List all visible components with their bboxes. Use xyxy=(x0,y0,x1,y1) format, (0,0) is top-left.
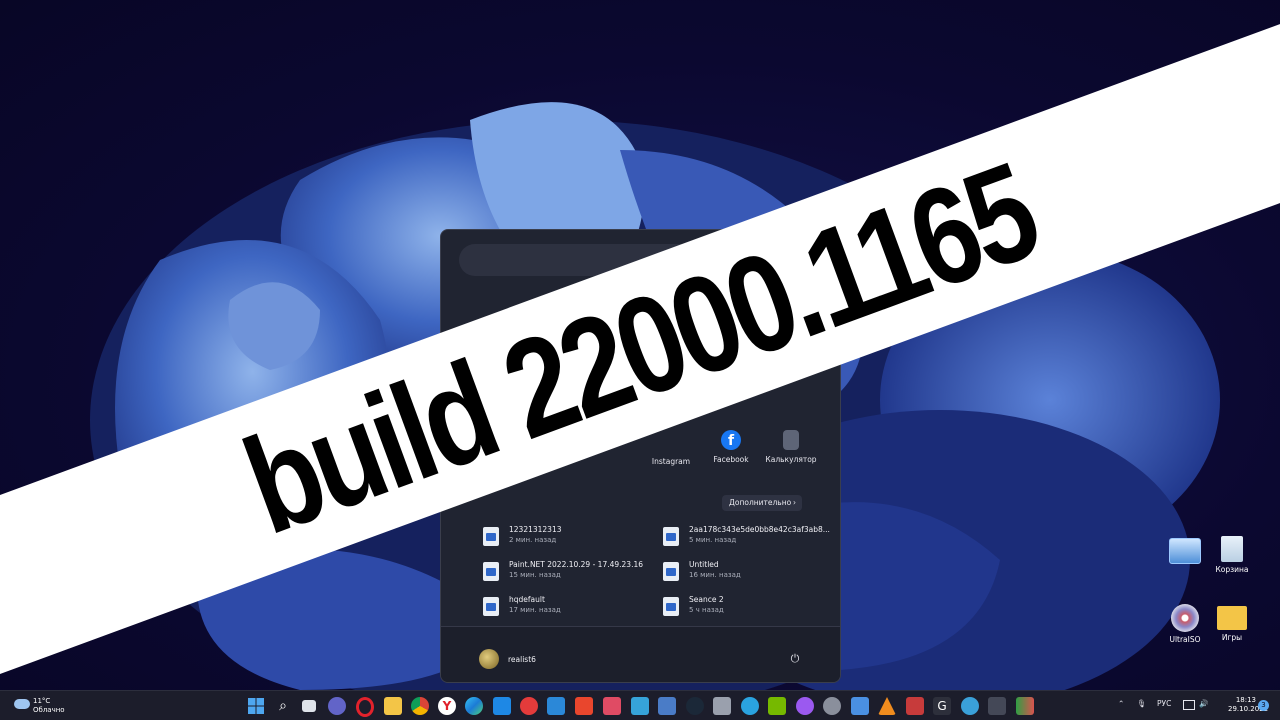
logitech-icon[interactable]: G xyxy=(933,697,951,715)
calculator-icon xyxy=(783,430,799,450)
chevron-right-icon: › xyxy=(793,498,796,507)
recommended-item-time: 15 мин. назад xyxy=(509,571,561,579)
recommended-item-name: 2aa178c343e5de0bb8e42c3af3ab8... xyxy=(689,525,830,534)
desktop-icon-label: Игры xyxy=(1221,633,1243,642)
desktop-icon-label: UltraISO xyxy=(1169,635,1201,644)
desktop-icon-games-folder[interactable]: Игры xyxy=(1205,604,1259,642)
facebook-icon: f xyxy=(721,430,741,450)
recommended-item-time: 5 мин. назад xyxy=(689,536,737,544)
recommended-item-time: 2 мин. назад xyxy=(509,536,557,544)
user-name[interactable]: realist6 xyxy=(508,655,536,664)
settings-gear-icon[interactable] xyxy=(823,697,841,715)
search-icon[interactable]: ⌕ xyxy=(274,697,292,715)
instagram-icon xyxy=(660,430,682,452)
folder-icon xyxy=(1217,606,1247,630)
recommended-item-name: Seance 2 xyxy=(689,595,724,604)
photos-icon[interactable] xyxy=(493,697,511,715)
nvidia-icon[interactable] xyxy=(768,697,786,715)
monitor-icon[interactable] xyxy=(1183,700,1195,710)
app-icon[interactable] xyxy=(658,697,676,715)
clock-date: 29.10.2022 xyxy=(1228,705,1269,713)
remote-desktop-icon[interactable] xyxy=(631,697,649,715)
vlc-icon[interactable] xyxy=(878,697,896,715)
paint-file-icon xyxy=(663,597,679,616)
recommended-item[interactable]: Paint.NET 2022.10.29 - 17.49.23.16 15 ми… xyxy=(483,560,653,590)
telegram-icon[interactable] xyxy=(741,697,759,715)
recommended-item-time: 17 мин. назад xyxy=(509,606,561,614)
recommended-item[interactable]: Seance 2 5 ч назад xyxy=(663,595,833,625)
recommended-item[interactable]: 2aa178c343e5de0bb8e42c3af3ab8... 5 мин. … xyxy=(663,525,833,555)
recommended-item-name: Paint.NET 2022.10.29 - 17.49.23.16 xyxy=(509,560,644,569)
language-indicator[interactable]: РУС xyxy=(1157,699,1171,708)
weather-widget[interactable]: 11°C Облачно xyxy=(33,697,65,715)
recommended-item-time: 16 мин. назад xyxy=(689,571,741,579)
app-icon[interactable] xyxy=(988,697,1006,715)
control-panel-icon xyxy=(1169,538,1201,564)
opera-icon[interactable] xyxy=(356,697,374,717)
pinned-app-label: Калькулятор xyxy=(765,455,817,464)
ea-icon[interactable] xyxy=(520,697,538,715)
ultraiso-icon xyxy=(1171,604,1199,632)
recommended-item-time: 5 ч назад xyxy=(689,606,724,614)
app-icon[interactable] xyxy=(1016,697,1034,715)
start-footer: realist6 ⏻ xyxy=(441,626,840,682)
alice-icon[interactable] xyxy=(796,697,814,715)
recycle-bin-icon xyxy=(1221,536,1243,562)
store-icon[interactable] xyxy=(547,697,565,715)
network-app-icon[interactable] xyxy=(961,697,979,715)
image-file-icon xyxy=(663,562,679,581)
pinned-app-calculator[interactable]: Калькулятор xyxy=(755,430,827,464)
file-explorer-icon[interactable] xyxy=(384,697,402,715)
chrome-icon[interactable] xyxy=(411,697,429,715)
cloud-icon xyxy=(14,699,30,709)
chevron-up-icon[interactable]: ⌃ xyxy=(1118,699,1124,708)
windows-start-icon[interactable] xyxy=(247,697,265,715)
more-label: Дополнительно xyxy=(729,498,792,507)
task-view-icon[interactable] xyxy=(302,700,316,712)
image-file-icon xyxy=(663,527,679,546)
camera-icon[interactable] xyxy=(713,697,731,715)
recommended-item[interactable]: 12321312313 2 мин. назад xyxy=(483,525,653,555)
yandex-browser-icon[interactable]: Y xyxy=(438,697,456,715)
microphone-icon[interactable]: 🎙 xyxy=(1137,699,1147,708)
notepad-icon[interactable] xyxy=(851,697,869,715)
clock[interactable]: 18:13 29.10.2022 xyxy=(1228,696,1269,714)
desktop-icon-control-panel[interactable] xyxy=(1158,538,1212,567)
power-icon[interactable]: ⏻ xyxy=(789,653,801,665)
steam-icon[interactable] xyxy=(686,697,704,715)
pinned-app-label: Instagram xyxy=(651,457,691,466)
desktop-icon-recycle-bin[interactable]: Корзина xyxy=(1205,536,1259,574)
recommended-item-name: hqdefault xyxy=(509,595,545,604)
pinned-app-label: Facebook xyxy=(713,455,749,464)
weather-desc: Облачно xyxy=(33,706,65,714)
edge-icon[interactable] xyxy=(465,697,483,715)
chat-icon[interactable] xyxy=(328,697,346,715)
notification-badge[interactable]: 3 xyxy=(1258,700,1269,711)
paint-file-icon xyxy=(483,562,499,581)
weather-temp: 11°C xyxy=(33,697,51,705)
office-icon[interactable] xyxy=(575,697,593,715)
recommended-item-name: Untitled xyxy=(689,560,719,569)
taskbar: 11°C Облачно ⌕ Y G ⌃ 🎙 РУС 🔊 18:13 29.10… xyxy=(0,690,1280,720)
clock-time: 18:13 xyxy=(1235,696,1256,704)
image-file-icon xyxy=(483,527,499,546)
desktop-icon-ultraiso[interactable]: UltraISO xyxy=(1158,604,1212,644)
image-file-icon xyxy=(483,597,499,616)
desktop-icon-label: Корзина xyxy=(1215,565,1249,574)
volume-icon[interactable]: 🔊 xyxy=(1199,699,1208,708)
avatar[interactable] xyxy=(479,649,499,669)
recommended-more-button[interactable]: Дополнительно › xyxy=(722,495,802,511)
recommended-item-name: 12321312313 xyxy=(509,525,562,534)
recommended-item[interactable]: Untitled 16 мин. назад xyxy=(663,560,833,590)
media-player-icon[interactable] xyxy=(603,697,621,715)
recommended-item[interactable]: hqdefault 17 мин. назад xyxy=(483,595,653,625)
app-icon[interactable] xyxy=(906,697,924,715)
